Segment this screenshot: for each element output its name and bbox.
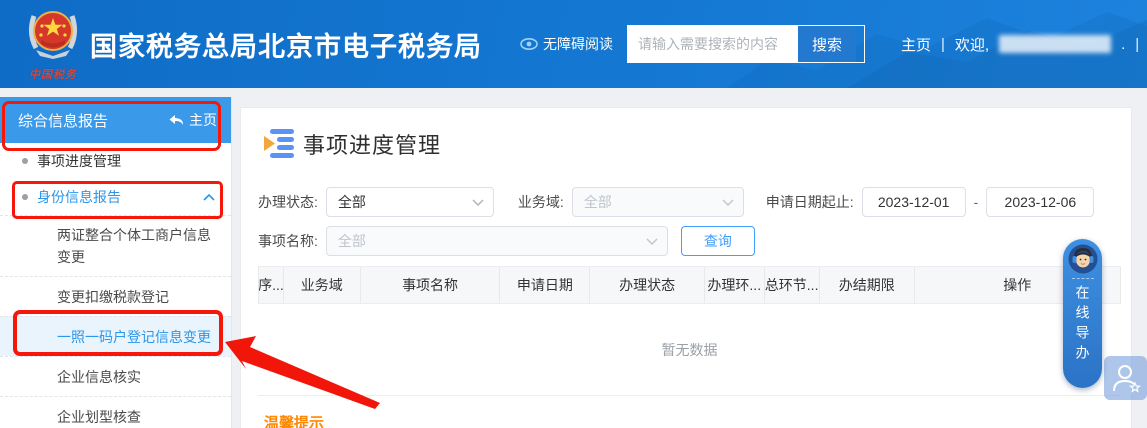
column-header-domain: 业务域 <box>284 267 361 303</box>
nav-home-link[interactable]: 主页 <box>901 34 931 55</box>
page-root: { "header": { "title": "国家税务总局北京市电子税务局",… <box>0 0 1147 428</box>
eye-icon <box>520 38 538 50</box>
online-guide-label: 在线导办 <box>1073 285 1093 365</box>
chevron-down-icon <box>722 199 734 206</box>
status-select[interactable]: 全部 <box>326 187 494 217</box>
page-title: 事项进度管理 <box>303 128 441 160</box>
online-guide-button[interactable]: 在线导办 <box>1063 239 1102 388</box>
back-arrow-icon <box>169 114 184 126</box>
chevron-down-icon <box>646 238 658 245</box>
page-header: 事项进度管理 <box>258 128 1121 160</box>
sidebar-item-withholding-change[interactable]: 变更扣缴税款登记 <box>0 276 231 316</box>
tax-bureau-logo: 中国税务 <box>26 6 80 82</box>
divider <box>1072 278 1094 279</box>
tips-title: 温馨提示 <box>258 412 1121 428</box>
accessibility-label: 无障碍阅读 <box>543 34 613 54</box>
column-header-deadline: 办结期限 <box>820 267 915 303</box>
table-empty-body: 暂无数据 <box>258 303 1121 395</box>
column-header-apply-date: 申请日期 <box>500 267 590 303</box>
column-header-step: 办理环... <box>705 267 765 303</box>
user-profile-button[interactable] <box>1104 356 1147 400</box>
welcome-suffix: . <box>1121 36 1125 53</box>
page-title-icon <box>263 128 297 160</box>
date-range-label: 申请日期起止: <box>766 192 854 212</box>
sidebar-item-enterprise-verify[interactable]: 企业信息核实 <box>0 356 231 396</box>
nav-divider: | <box>941 36 945 53</box>
matter-name-select[interactable]: 全部 <box>326 226 668 256</box>
column-header-total-step: 总环节... <box>765 267 820 303</box>
filter-form: 办理状态: 全部 业务域: 全部 申请日期起止: - 事项名称: 全部 <box>258 187 1121 256</box>
domain-label: 业务域: <box>518 192 564 212</box>
site-title: 国家税务总局北京市电子税务局 <box>90 25 482 64</box>
column-header-seq: 序... <box>258 267 284 303</box>
filter-row-1: 办理状态: 全部 业务域: 全部 申请日期起止: - <box>258 187 1121 217</box>
accessibility-link[interactable]: 无障碍阅读 <box>520 34 613 54</box>
table-header-row: 序... 业务域 事项名称 申请日期 办理状态 办理环... 总环节... 办结… <box>258 267 1121 303</box>
national-emblem-icon <box>26 6 80 60</box>
bullet-icon <box>22 158 28 164</box>
sidebar-item-one-license-change[interactable]: 一照一码户登记信息变更 <box>0 316 231 356</box>
date-from-input[interactable] <box>862 187 966 217</box>
customer-service-avatar-icon <box>1068 244 1098 274</box>
query-button[interactable]: 查询 <box>681 226 755 256</box>
status-label: 办理状态: <box>258 192 318 212</box>
column-header-status: 办理状态 <box>590 267 705 303</box>
date-range-separator: - <box>974 194 979 210</box>
header: 中国税务 国家税务总局北京市电子税务局 无障碍阅读 搜索 主页 | 欢迎, . … <box>0 0 1147 88</box>
chevron-up-icon <box>203 194 215 201</box>
sidebar-item-two-cert-merge[interactable]: 两证整合个体工商户信息变更 <box>0 215 231 276</box>
sidebar: 综合信息报告 主页 事项进度管理 身份信息报告 两证整合个体工商户信息变更 变更… <box>0 97 232 428</box>
sidebar-section-header[interactable]: 综合信息报告 主页 <box>0 97 231 143</box>
domain-select[interactable]: 全部 <box>572 187 744 217</box>
user-star-icon <box>1111 362 1141 394</box>
masked-username <box>999 35 1111 53</box>
bullet-icon <box>22 194 28 200</box>
search-input[interactable] <box>628 26 798 62</box>
nav-divider: | <box>1135 36 1139 53</box>
column-header-matter: 事项名称 <box>361 267 501 303</box>
sidebar-item-matter-progress[interactable]: 事项进度管理 <box>0 143 231 179</box>
sidebar-home-link[interactable]: 主页 <box>169 110 217 130</box>
chevron-down-icon <box>472 199 484 206</box>
main-panel: 事项进度管理 办理状态: 全部 业务域: 全部 申请日期起止: - <box>240 107 1132 428</box>
sidebar-item-enterprise-type-check[interactable]: 企业划型核查 <box>0 396 231 428</box>
header-search: 搜索 <box>627 25 865 63</box>
filter-row-2: 事项名称: 全部 查询 <box>258 226 1121 256</box>
header-nav: 主页 | 欢迎, . | 退出 <box>901 34 1147 55</box>
empty-state-text: 暂无数据 <box>662 340 718 360</box>
logo-caption: 中国税务 <box>26 66 80 82</box>
sidebar-section-title: 综合信息报告 <box>18 110 108 131</box>
sidebar-item-identity-report[interactable]: 身份信息报告 <box>0 179 231 215</box>
date-to-input[interactable] <box>986 187 1094 217</box>
search-button[interactable]: 搜索 <box>798 26 856 62</box>
matter-name-label: 事项名称: <box>258 231 318 251</box>
results-table: 序... 业务域 事项名称 申请日期 办理状态 办理环... 总环节... 办结… <box>258 266 1121 396</box>
welcome-text: 欢迎, <box>955 34 989 55</box>
